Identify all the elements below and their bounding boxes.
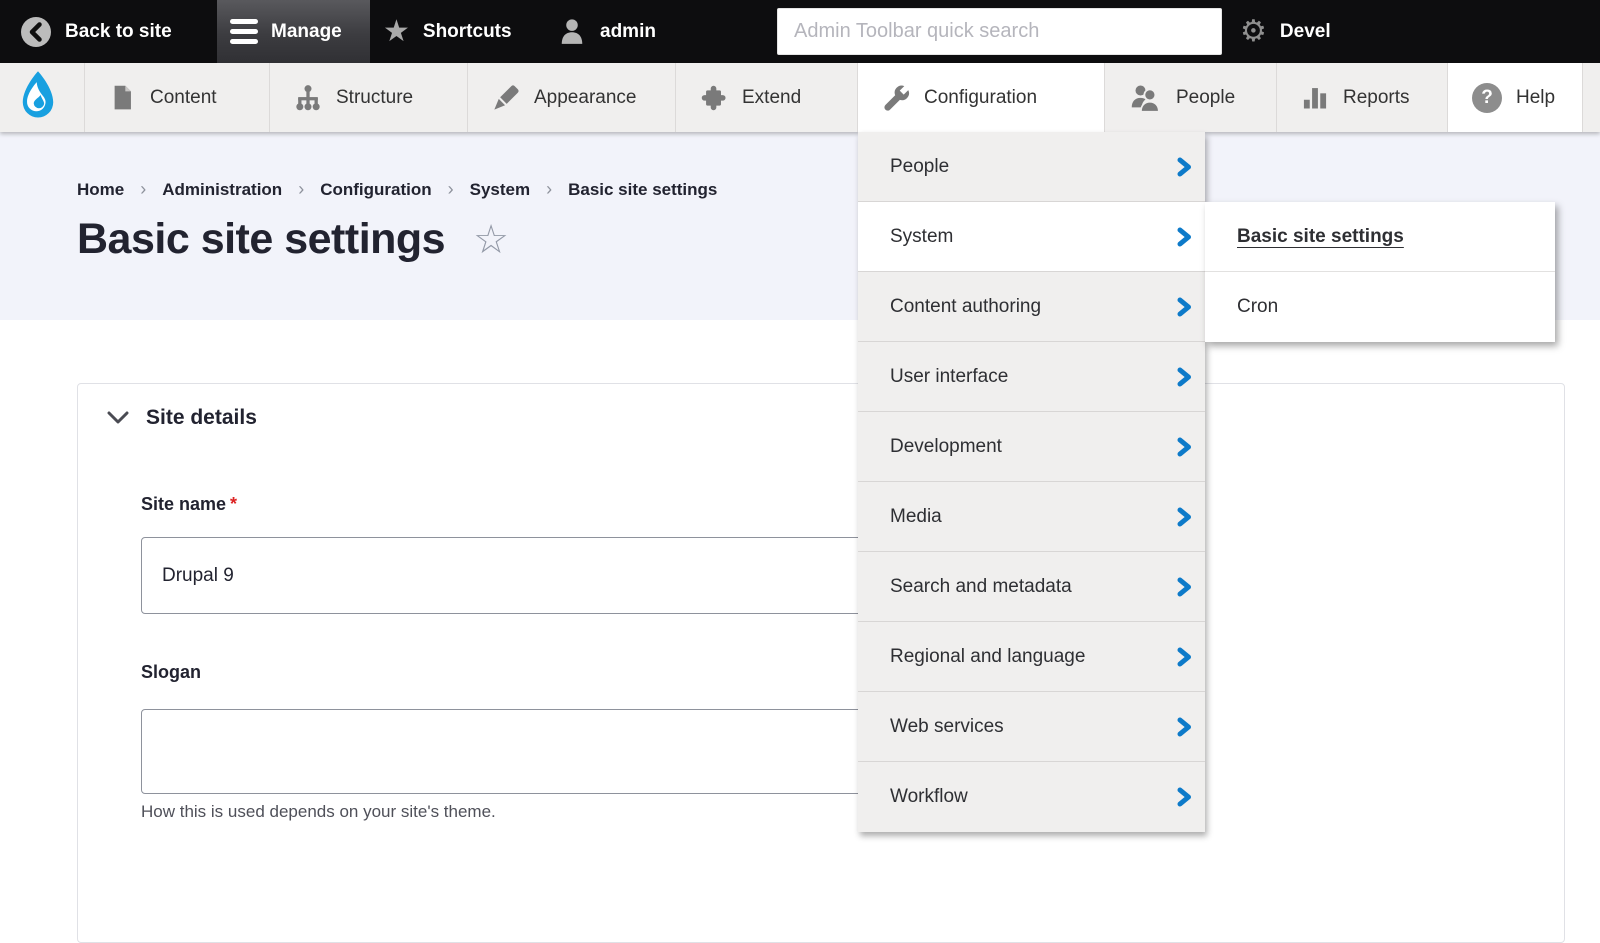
menu-item-development[interactable]: Development bbox=[858, 412, 1205, 482]
chevron-right-icon bbox=[1177, 647, 1192, 667]
slogan-help-text: How this is used depends on your site's … bbox=[141, 802, 496, 822]
system-submenu: Basic site settings Cron bbox=[1205, 202, 1555, 342]
tab-label: Reports bbox=[1343, 87, 1410, 109]
menu-item-system[interactable]: System bbox=[858, 202, 1205, 272]
site-details-section-toggle[interactable]: Site details bbox=[106, 406, 257, 430]
file-icon bbox=[109, 84, 136, 111]
username-label: admin bbox=[600, 21, 656, 43]
tab-label: Extend bbox=[742, 87, 801, 109]
sitemap-icon bbox=[294, 84, 322, 112]
drupal-droplet-icon bbox=[13, 70, 63, 126]
admin-quick-search-input[interactable] bbox=[777, 8, 1222, 55]
page-title: Basic site settings bbox=[77, 215, 445, 264]
configuration-dropdown-menu: People System Content authoring User int… bbox=[858, 132, 1205, 832]
tab-configuration[interactable]: Configuration bbox=[858, 63, 1105, 132]
tab-label: Content bbox=[150, 87, 217, 109]
devel-label: Devel bbox=[1280, 21, 1331, 43]
gear-icon: ⚙ bbox=[1240, 17, 1267, 47]
breadcrumb-administration[interactable]: Administration bbox=[162, 180, 282, 200]
people-icon bbox=[1129, 83, 1162, 113]
puzzle-icon bbox=[700, 84, 728, 112]
menu-item-workflow[interactable]: Workflow bbox=[858, 762, 1205, 832]
site-details-panel: Site details Site name* Slogan How this … bbox=[77, 383, 1565, 943]
back-to-site-button[interactable]: Back to site bbox=[20, 0, 172, 63]
submenu-item-cron[interactable]: Cron bbox=[1205, 272, 1555, 342]
wrench-icon bbox=[882, 84, 910, 112]
chevron-right-icon bbox=[1177, 507, 1192, 527]
favorite-star-icon[interactable]: ☆ bbox=[473, 220, 509, 260]
tab-extend[interactable]: Extend bbox=[676, 63, 858, 132]
chevron-right-icon bbox=[1177, 157, 1192, 177]
site-name-label: Site name* bbox=[141, 494, 237, 515]
user-menu[interactable]: admin bbox=[557, 0, 656, 63]
devel-menu[interactable]: ⚙ Devel bbox=[1240, 0, 1331, 63]
star-icon: ★ bbox=[383, 17, 410, 47]
tab-label: Appearance bbox=[534, 87, 636, 109]
breadcrumb-configuration[interactable]: Configuration bbox=[320, 180, 431, 200]
paintbrush-icon bbox=[492, 84, 520, 112]
help-icon: ? bbox=[1472, 83, 1502, 113]
hamburger-icon bbox=[230, 19, 258, 44]
shortcuts-button[interactable]: ★ Shortcuts bbox=[383, 0, 512, 63]
tab-people[interactable]: People bbox=[1105, 63, 1277, 132]
manage-label: Manage bbox=[271, 21, 342, 43]
menu-item-user-interface[interactable]: User interface bbox=[858, 342, 1205, 412]
menu-item-media[interactable]: Media bbox=[858, 482, 1205, 552]
tab-label: Help bbox=[1516, 87, 1555, 109]
breadcrumb-system[interactable]: System bbox=[470, 180, 530, 200]
required-marker: * bbox=[230, 494, 237, 514]
admin-menu-toolbar: Content Structure Appearance Extend Conf… bbox=[0, 63, 1600, 132]
chevron-right-icon bbox=[1177, 717, 1192, 737]
breadcrumb-home[interactable]: Home bbox=[77, 180, 124, 200]
chevron-right-icon bbox=[1177, 227, 1192, 247]
admin-toolbar: Back to site Manage ★ Shortcuts admin ⚙ … bbox=[0, 0, 1600, 63]
tab-label: People bbox=[1176, 87, 1235, 109]
menu-item-regional-and-language[interactable]: Regional and language bbox=[858, 622, 1205, 692]
drupal-logo[interactable] bbox=[0, 63, 85, 132]
back-arrow-icon bbox=[20, 16, 52, 48]
breadcrumb-separator: › bbox=[448, 179, 454, 200]
tab-structure[interactable]: Structure bbox=[270, 63, 468, 132]
chevron-right-icon bbox=[1177, 367, 1192, 387]
menu-item-search-and-metadata[interactable]: Search and metadata bbox=[858, 552, 1205, 622]
chevron-right-icon bbox=[1177, 787, 1192, 807]
submenu-item-basic-site-settings[interactable]: Basic site settings bbox=[1205, 202, 1555, 272]
shortcuts-label: Shortcuts bbox=[423, 21, 512, 43]
breadcrumb-separator: › bbox=[298, 179, 304, 200]
tab-reports[interactable]: Reports bbox=[1277, 63, 1448, 132]
back-to-site-label: Back to site bbox=[65, 21, 172, 43]
menu-item-web-services[interactable]: Web services bbox=[858, 692, 1205, 762]
breadcrumb-separator: › bbox=[140, 179, 146, 200]
tab-label: Configuration bbox=[924, 87, 1037, 109]
user-icon bbox=[557, 17, 587, 47]
menu-item-people[interactable]: People bbox=[858, 132, 1205, 202]
section-title: Site details bbox=[146, 406, 257, 430]
chevron-right-icon bbox=[1177, 437, 1192, 457]
chevron-right-icon bbox=[1177, 577, 1192, 597]
tab-appearance[interactable]: Appearance bbox=[468, 63, 676, 132]
manage-tab[interactable]: Manage bbox=[217, 0, 370, 63]
tab-content[interactable]: Content bbox=[85, 63, 270, 132]
tab-help[interactable]: ? Help bbox=[1448, 63, 1583, 132]
breadcrumb-current: Basic site settings bbox=[568, 180, 717, 200]
breadcrumb-separator: › bbox=[546, 179, 552, 200]
chevron-down-icon bbox=[106, 410, 130, 426]
chevron-right-icon bbox=[1177, 297, 1192, 317]
bar-chart-icon bbox=[1301, 84, 1329, 112]
slogan-label: Slogan bbox=[141, 662, 201, 683]
breadcrumb: Home › Administration › Configuration › … bbox=[77, 179, 717, 200]
menu-item-content-authoring[interactable]: Content authoring bbox=[858, 272, 1205, 342]
tab-label: Structure bbox=[336, 87, 413, 109]
